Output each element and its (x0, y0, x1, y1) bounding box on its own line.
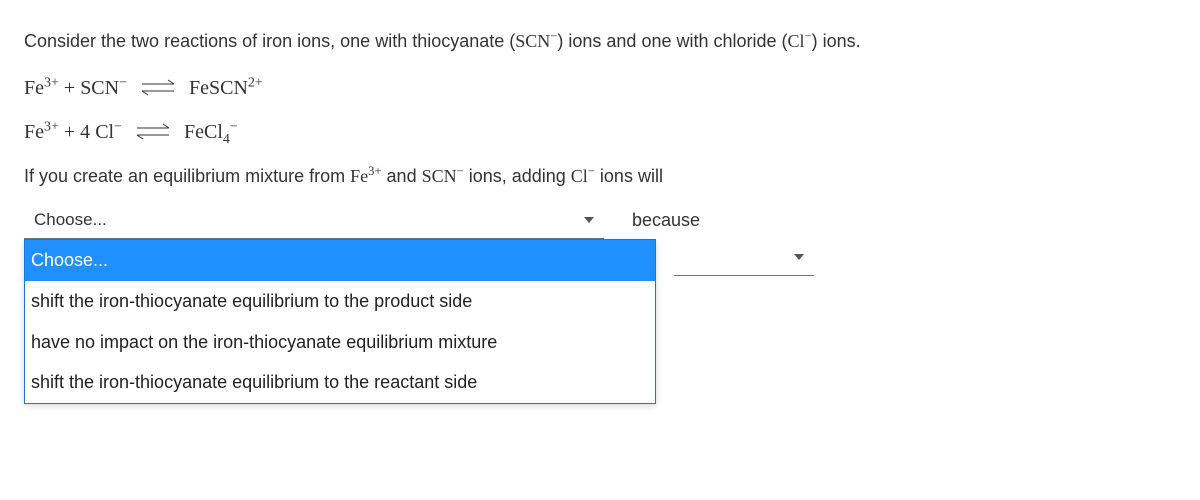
chevron-down-icon (794, 254, 804, 260)
question-prompt: If you create an equilibrium mixture fro… (24, 163, 1176, 190)
intro-part3: ) ions. (812, 31, 861, 51)
intro-part1: Consider the two reactions of iron ions,… (24, 31, 515, 51)
equilibrium-arrows-icon (133, 124, 173, 142)
answer-select-2[interactable] (674, 239, 814, 276)
dropdown-option-product-side[interactable]: shift the iron-thiocyanate equilibrium t… (25, 281, 655, 322)
equation-2: Fe3+ + 4 Cl− FeCl4− (24, 117, 1176, 147)
answer-select-1-listbox[interactable]: Choose... shift the iron-thiocyanate equ… (24, 239, 656, 404)
intro-part2: ) ions and one with chloride ( (557, 31, 787, 51)
answer-select-1[interactable]: Choose... (24, 202, 604, 239)
chevron-down-icon (584, 217, 594, 223)
answer-select-1-value: Choose... (34, 207, 107, 233)
dropdown-option-no-impact[interactable]: have no impact on the iron-thiocyanate e… (25, 322, 655, 363)
between-text: because (632, 207, 700, 234)
species-scn: SCN− (515, 31, 557, 51)
species-cl: Cl− (788, 31, 812, 51)
dropdown-option-reactant-side[interactable]: shift the iron-thiocyanate equilibrium t… (25, 362, 655, 403)
equilibrium-arrows-icon (138, 80, 178, 98)
dropdown-option-placeholder[interactable]: Choose... (25, 240, 655, 281)
equation-1: Fe3+ + SCN− FeSCN2+ (24, 73, 1176, 103)
intro-text: Consider the two reactions of iron ions,… (24, 28, 1176, 55)
